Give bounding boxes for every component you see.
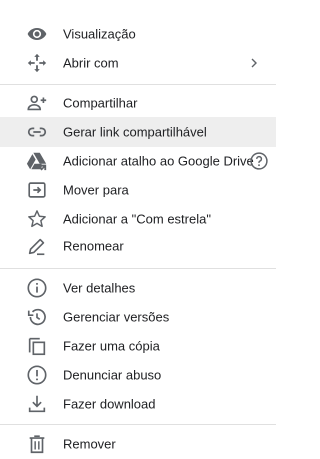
drive-shortcut-icon <box>26 150 48 172</box>
info-icon <box>26 277 48 299</box>
menu-item-label: Remover <box>63 436 116 452</box>
menu-item-add-shortcut[interactable]: Adicionar atalho ao Google Drive <box>0 146 276 176</box>
copy-icon <box>26 335 48 357</box>
move-arrows-icon <box>26 52 48 74</box>
move-to-folder-icon <box>26 179 48 201</box>
report-icon <box>26 364 48 386</box>
menu-divider <box>0 424 276 425</box>
menu-item-label: Visualização <box>63 26 136 42</box>
menu-item-label: Fazer uma cópia <box>63 338 160 354</box>
menu-item-label: Adicionar a "Com estrela" <box>63 211 211 227</box>
menu-item-view-details[interactable]: Ver detalhes <box>0 273 276 303</box>
menu-item-report-abuse[interactable]: Denunciar abuso <box>0 360 276 390</box>
menu-item-preview[interactable]: Visualização <box>0 19 276 49</box>
menu-item-remove[interactable]: Remover <box>0 429 276 459</box>
menu-item-download[interactable]: Fazer download <box>0 389 276 419</box>
link-icon <box>26 121 48 143</box>
menu-item-label: Gerar link compartilhável <box>63 124 207 140</box>
menu-divider <box>0 84 276 85</box>
menu-item-move-to[interactable]: Mover para <box>0 175 276 205</box>
menu-item-manage-versions[interactable]: Gerenciar versões <box>0 302 276 332</box>
menu-item-label: Denunciar abuso <box>63 367 162 383</box>
menu-item-label: Mover para <box>63 182 129 198</box>
eye-icon <box>26 23 48 45</box>
menu-item-share[interactable]: Compartilhar <box>0 88 276 118</box>
menu-item-label: Adicionar atalho ao Google Drive <box>63 153 254 169</box>
menu-item-label: Renomear <box>63 238 124 254</box>
menu-item-label: Compartilhar <box>63 95 138 111</box>
chevron-right-icon <box>248 56 260 70</box>
menu-item-add-star[interactable]: Adicionar a "Com estrela" <box>0 204 276 234</box>
menu-item-get-link[interactable]: Gerar link compartilhável <box>0 117 276 147</box>
add-person-icon <box>26 92 48 114</box>
menu-item-label: Abrir com <box>63 55 119 71</box>
menu-item-open-with[interactable]: Abrir com <box>0 48 276 78</box>
menu-item-make-copy[interactable]: Fazer uma cópia <box>0 331 276 361</box>
menu-item-label: Fazer download <box>63 396 156 412</box>
star-outline-icon <box>26 208 48 230</box>
help-circle-icon[interactable] <box>249 151 269 171</box>
context-menu: Visualização Abrir com Compartilhar Gera… <box>0 0 276 454</box>
history-icon <box>26 306 48 328</box>
pencil-icon <box>26 235 48 257</box>
menu-divider <box>0 268 276 269</box>
menu-item-label: Gerenciar versões <box>63 309 170 325</box>
menu-item-label: Ver detalhes <box>63 280 136 296</box>
download-icon <box>26 393 48 415</box>
menu-item-rename[interactable]: Renomear <box>0 231 276 261</box>
